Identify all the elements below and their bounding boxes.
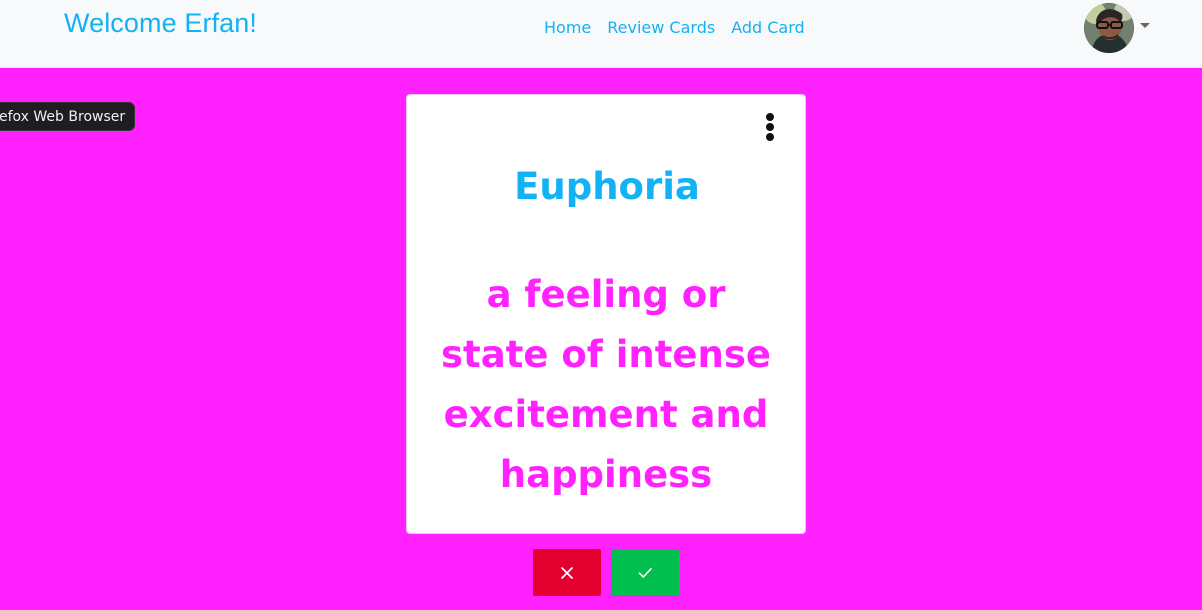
- accept-button[interactable]: [611, 549, 679, 596]
- top-navbar: Welcome Erfan! Home Review Cards Add Car…: [0, 0, 1202, 68]
- flashcard-word: Euphoria: [514, 165, 700, 208]
- reject-button[interactable]: [533, 549, 601, 596]
- caret-down-icon: [1140, 23, 1150, 28]
- nav-link-add-card[interactable]: Add Card: [731, 16, 805, 40]
- kebab-menu-icon[interactable]: [760, 111, 780, 143]
- flashcard: Euphoria a feeling or state of intense e…: [406, 94, 806, 534]
- profile-menu-button[interactable]: [1084, 3, 1154, 53]
- close-icon: [561, 567, 573, 579]
- menu-dot-icon: [766, 133, 774, 141]
- nav-link-review-cards[interactable]: Review Cards: [607, 16, 715, 40]
- browser-tooltip: efox Web Browser: [0, 102, 136, 131]
- check-icon: [638, 568, 652, 578]
- main-navigation: Home Review Cards Add Card: [544, 16, 805, 40]
- menu-dot-icon: [766, 113, 774, 121]
- flashcard-definition: a feeling or state of intense excitement…: [440, 273, 771, 496]
- nav-link-home[interactable]: Home: [544, 16, 591, 40]
- menu-dot-icon: [766, 123, 774, 131]
- welcome-title: Welcome Erfan!: [64, 8, 257, 38]
- review-actions: [533, 549, 680, 597]
- avatar-icon: [1084, 3, 1134, 53]
